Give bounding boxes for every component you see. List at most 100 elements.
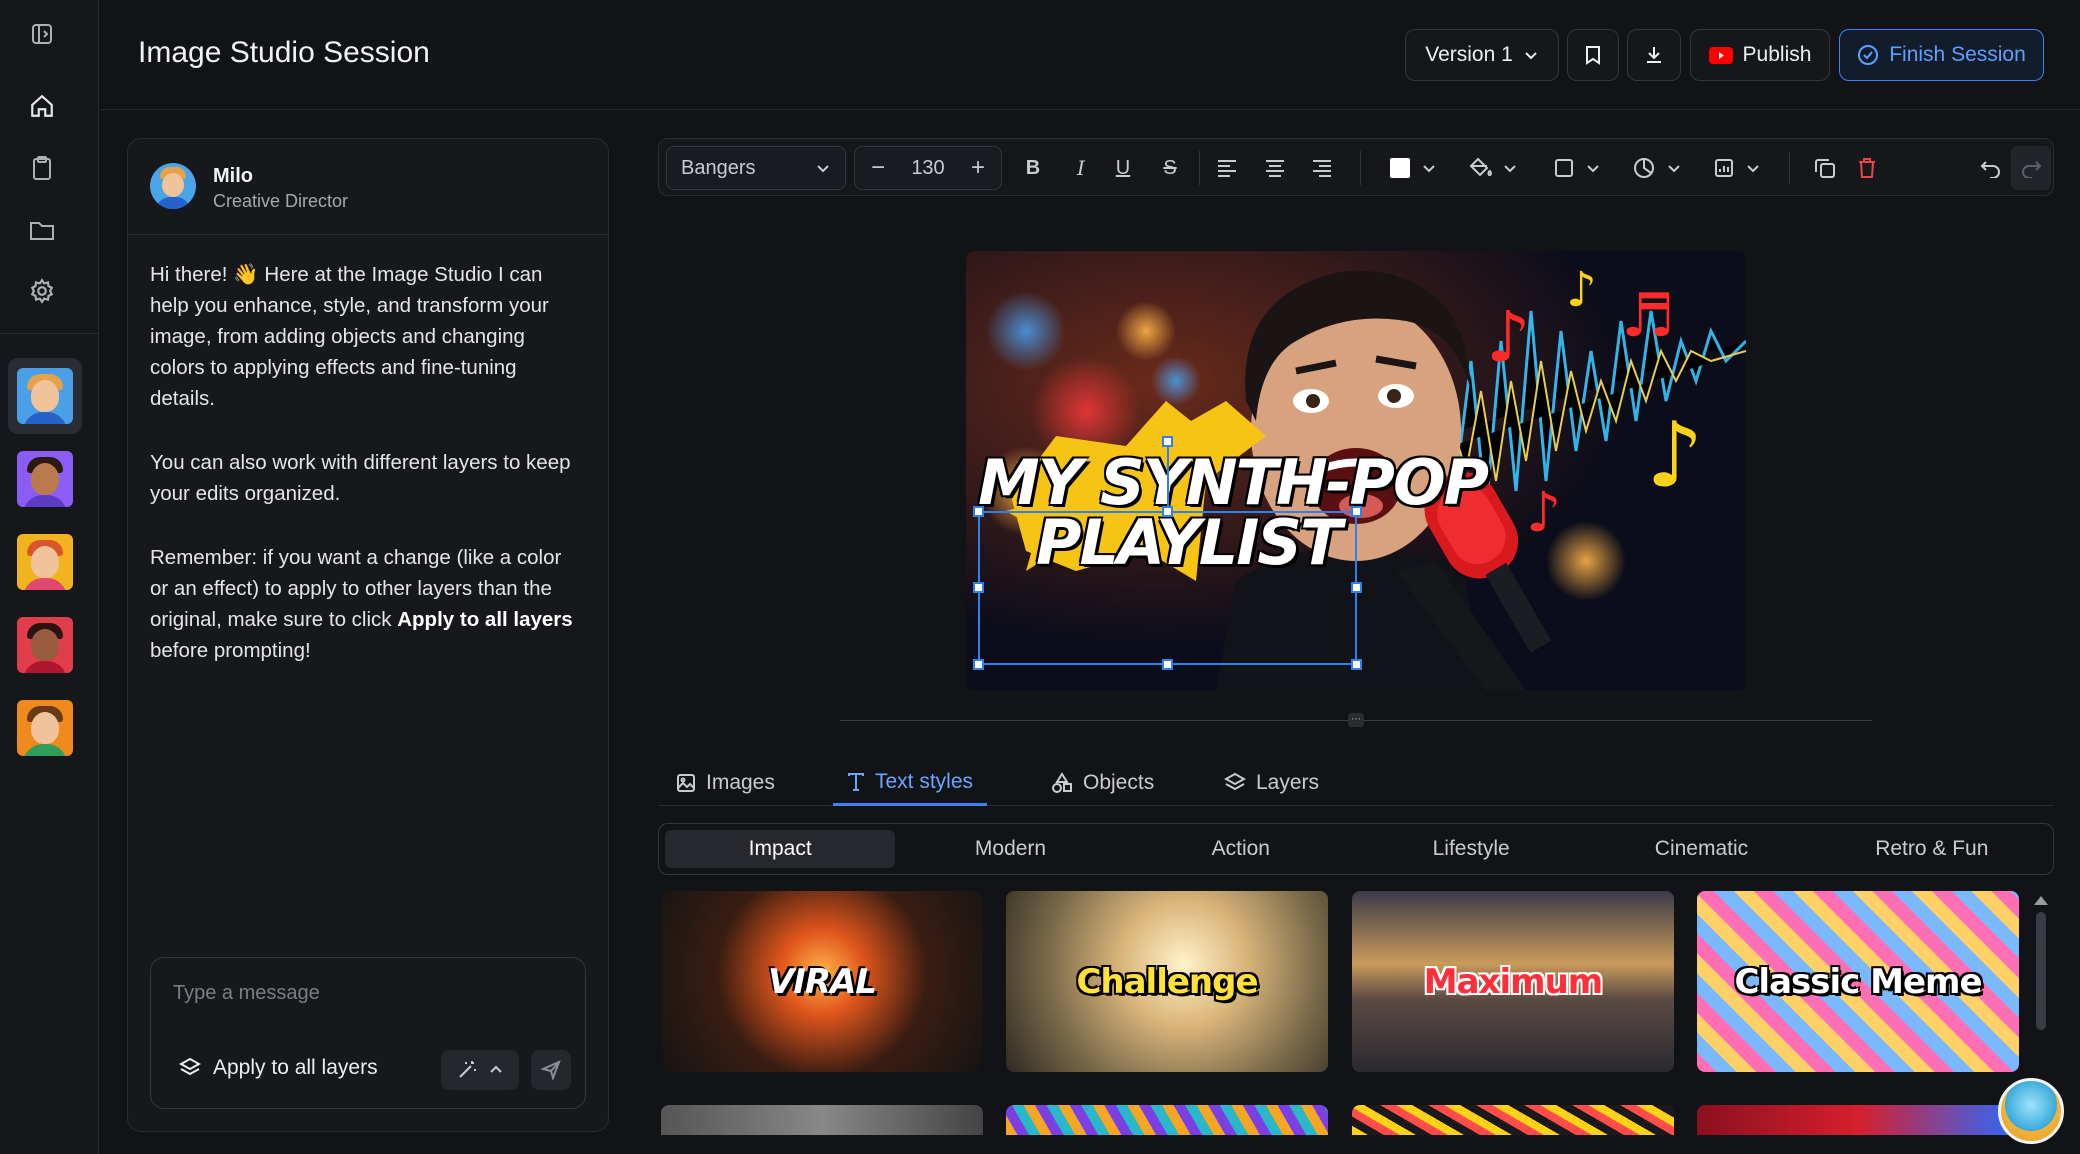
drag-grip-icon[interactable]: ⋯: [1348, 713, 1364, 727]
style-list-scrollbar[interactable]: [2036, 912, 2046, 1030]
avatar: [17, 534, 73, 590]
version-dropdown[interactable]: Version 1: [1405, 29, 1559, 81]
style-card-partial[interactable]: [661, 1105, 983, 1135]
undo-icon: [1980, 161, 2000, 178]
bold-button[interactable]: B: [1015, 146, 1051, 190]
agent-avatar-3[interactable]: [8, 524, 82, 600]
chevron-down-icon: [1668, 165, 1680, 173]
chat-panel: Milo Creative Director Hi there! 👋 Here …: [127, 138, 609, 1132]
resize-handle[interactable]: [973, 659, 984, 670]
font-size-stepper: − 130 +: [854, 146, 1002, 190]
subtab-modern[interactable]: Modern: [895, 830, 1125, 868]
resize-handle[interactable]: [1162, 659, 1173, 670]
bookmark-icon: [1586, 46, 1600, 65]
subtab-action[interactable]: Action: [1126, 830, 1356, 868]
bookmark-button[interactable]: [1567, 29, 1619, 81]
send-icon: [541, 1060, 561, 1080]
apply-to-all-layers-toggle[interactable]: Apply to all layers: [179, 1056, 378, 1080]
style-card-partial[interactable]: [1006, 1105, 1328, 1135]
avatar: [17, 700, 73, 756]
align-center-button[interactable]: [1257, 146, 1293, 190]
resize-handle[interactable]: [1351, 659, 1362, 670]
align-right-button[interactable]: [1304, 146, 1340, 190]
agent-avatar-5[interactable]: [8, 690, 82, 766]
subtab-retro-fun[interactable]: Retro & Fun: [1817, 830, 2047, 868]
chevron-down-icon: [817, 165, 829, 173]
folder-icon[interactable]: [25, 213, 59, 247]
settings-gear-icon[interactable]: [25, 274, 59, 308]
home-icon[interactable]: [25, 89, 59, 123]
text-selection-box[interactable]: [978, 511, 1357, 665]
font-family-select[interactable]: Bangers: [666, 146, 846, 190]
undo-button[interactable]: [1973, 146, 2009, 190]
decrease-size-button[interactable]: −: [860, 154, 896, 182]
fill-color-picker[interactable]: [1463, 146, 1523, 190]
tab-images[interactable]: Images: [676, 760, 775, 806]
opacity-circle-icon: [1634, 158, 1654, 178]
resize-handle[interactable]: [1351, 582, 1362, 593]
message-input[interactable]: Type a message: [173, 982, 320, 1005]
download-button[interactable]: [1627, 29, 1681, 81]
message-text: before prompting!: [150, 639, 311, 662]
send-button[interactable]: [531, 1050, 571, 1090]
align-left-button[interactable]: [1209, 146, 1245, 190]
increase-size-button[interactable]: +: [960, 154, 996, 182]
align-left-icon: [1218, 160, 1236, 177]
avatar: [17, 368, 73, 424]
agent-avatar-2[interactable]: [8, 441, 82, 517]
redo-button[interactable]: [2011, 146, 2051, 190]
duplicate-button[interactable]: [1807, 146, 1843, 190]
chevron-down-icon: [1587, 165, 1599, 173]
tab-objects[interactable]: Objects: [1051, 760, 1154, 806]
style-card-challenge[interactable]: Challenge: [1006, 891, 1328, 1072]
assistant-floating-button[interactable]: [1998, 1078, 2064, 1144]
magic-wand-icon: [459, 1061, 476, 1078]
clipboard-icon[interactable]: [25, 151, 59, 185]
rotate-handle[interactable]: [1162, 436, 1173, 447]
resize-handle[interactable]: [973, 582, 984, 593]
agent-role: Creative Director: [213, 191, 349, 211]
check-circle-icon: [1858, 45, 1879, 65]
resize-handle[interactable]: [1351, 506, 1362, 517]
subtab-lifestyle[interactable]: Lifestyle: [1356, 830, 1586, 868]
color-swatch-icon: [1390, 158, 1410, 178]
text-color-picker[interactable]: [1383, 146, 1443, 190]
subtab-impact[interactable]: Impact: [665, 830, 896, 868]
resize-handle[interactable]: [1162, 506, 1173, 517]
sidebar-toggle-icon[interactable]: [25, 17, 59, 51]
effects-picker[interactable]: [1707, 146, 1767, 190]
layers-icon: [179, 1057, 201, 1076]
style-card-viral[interactable]: VIRAL: [661, 891, 983, 1072]
tab-layers[interactable]: Layers: [1224, 760, 1319, 806]
italic-button[interactable]: I: [1063, 146, 1099, 190]
agent-avatar-milo[interactable]: [8, 358, 82, 434]
message-composer: Type a message Apply to all layers: [150, 957, 586, 1109]
style-card-classic-meme[interactable]: Classic Meme: [1697, 891, 2019, 1072]
agent-avatar-4[interactable]: [8, 607, 82, 683]
style-category-tabs: Impact Modern Action Lifestyle Cinematic…: [658, 823, 2054, 875]
subtab-cinematic[interactable]: Cinematic: [1586, 830, 1816, 868]
chevron-down-icon: [1747, 165, 1759, 173]
style-card-partial[interactable]: [1697, 1105, 2019, 1135]
border-picker[interactable]: [1547, 146, 1607, 190]
strikethrough-button[interactable]: S: [1152, 146, 1188, 190]
resize-handle[interactable]: [973, 506, 984, 517]
finish-session-button[interactable]: Finish Session: [1839, 29, 2044, 81]
message-paragraph: You can also work with different layers …: [150, 451, 571, 505]
style-card-maximum[interactable]: Maximum: [1352, 891, 1674, 1072]
delete-button[interactable]: [1849, 146, 1885, 190]
tab-text-styles[interactable]: Text styles: [833, 760, 988, 806]
style-card-label: Classic Meme: [1734, 961, 1982, 1002]
underline-button[interactable]: U: [1105, 146, 1141, 190]
magic-wand-button[interactable]: [441, 1050, 519, 1090]
apply-label: Apply to all layers: [213, 1056, 378, 1079]
toolbar-divider: [1199, 151, 1200, 185]
publish-button[interactable]: Publish: [1690, 29, 1830, 81]
message-bold: Apply to all layers: [397, 608, 573, 631]
scroll-up-arrow-icon[interactable]: [2034, 896, 2048, 905]
text-toolbar: Bangers − 130 + B I U S: [658, 138, 2054, 196]
publish-label: Publish: [1742, 43, 1812, 66]
style-card-partial[interactable]: [1352, 1105, 1674, 1135]
font-size-value[interactable]: 130: [896, 157, 960, 180]
opacity-picker[interactable]: [1627, 146, 1687, 190]
